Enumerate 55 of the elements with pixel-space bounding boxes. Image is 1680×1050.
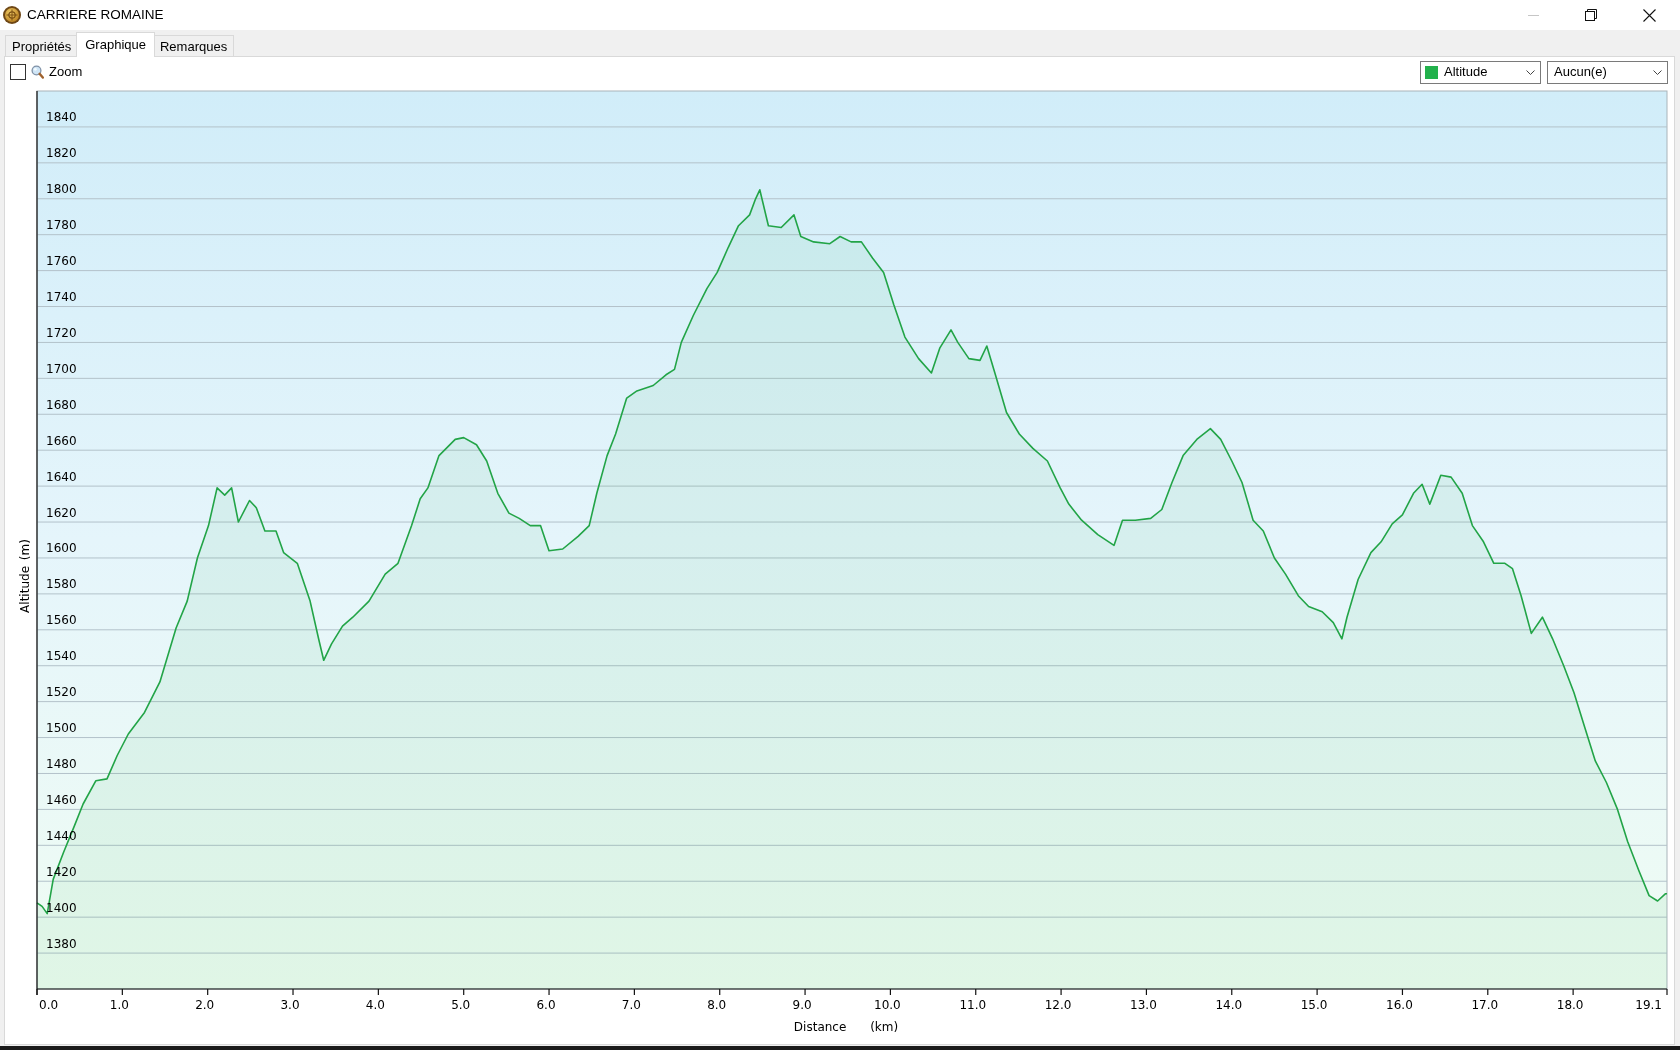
y-tick-label: 1380: [46, 936, 77, 951]
search-icon: [31, 65, 44, 79]
y-tick-label: 1640: [46, 469, 77, 484]
x-tick-label: 14.0: [1215, 998, 1243, 1012]
y-tick-label: 1720: [46, 325, 77, 340]
y-tick-label: 1760: [46, 254, 77, 269]
zoom-label: Zoom: [49, 63, 83, 82]
y-tick-label: 1480: [46, 757, 77, 771]
x-tick-label: 9.0: [792, 998, 812, 1012]
x-tick-label: 11.0: [959, 998, 987, 1012]
x-axis-title: Distance (km): [793, 1020, 899, 1034]
y-tick-label: 1680: [46, 397, 77, 412]
chevron-down-icon: [1526, 69, 1535, 75]
y-tick-label: 1620: [46, 505, 77, 520]
x-tick-label: 10.0: [874, 998, 901, 1012]
x-tick-label: 6.0: [536, 998, 556, 1012]
window-title: CARRIERE ROMAINE: [27, 5, 164, 24]
y-tick-label: 1800: [46, 182, 77, 197]
x-tick-label: 1.0: [109, 998, 129, 1012]
y-axis-title: Altitude (m): [18, 539, 32, 613]
zoom-checkbox[interactable]: [10, 64, 26, 80]
y-tick-label: 1500: [46, 721, 77, 736]
y-tick-label: 1700: [46, 361, 77, 376]
x-tick-label: 2.0: [195, 998, 215, 1012]
y-tick-label: 1600: [46, 541, 77, 556]
y-tick-label: 1540: [46, 649, 77, 664]
y-tick-label: 1780: [46, 218, 77, 233]
x-tick-label: 4.0: [365, 998, 385, 1012]
x-tick-label: 19.1: [1635, 998, 1662, 1012]
y-tick-label: 1580: [46, 577, 77, 592]
tab[interactable]: Propriétés: [5, 35, 79, 56]
x-tick-label: 13.0: [1130, 998, 1157, 1012]
x-tick-label: 7.0: [621, 998, 641, 1012]
x-tick-label: 17.0: [1471, 998, 1499, 1012]
dropdown[interactable]: Aucun(e): [1547, 60, 1668, 84]
y-tick-label: 1740: [46, 290, 77, 304]
y-tick-label: 1560: [46, 613, 77, 628]
tab[interactable]: Graphique: [76, 32, 155, 57]
app-icon: [3, 6, 21, 24]
y-tick-label: 1660: [46, 433, 77, 448]
x-tick-label: 16.0: [1386, 998, 1413, 1012]
y-tick-label: 1520: [46, 685, 77, 700]
x-tick-label: 18.0: [1556, 998, 1584, 1012]
y-tick-label: 1460: [46, 792, 77, 807]
dropdown[interactable]: Altitude: [1420, 60, 1541, 84]
x-tick-label: 8.0: [707, 998, 727, 1012]
y-tick-label: 1820: [46, 146, 77, 161]
x-tick-label: 15.0: [1300, 998, 1328, 1012]
x-tick-label: 5.0: [451, 998, 471, 1012]
x-tick-label: 0.0: [39, 998, 59, 1012]
x-tick-label: 12.0: [1044, 998, 1072, 1012]
y-tick-label: 1840: [46, 110, 77, 125]
chevron-down-icon: [1653, 69, 1662, 75]
x-tick-label: 3.0: [280, 998, 300, 1012]
tab[interactable]: Remarques: [152, 35, 235, 56]
